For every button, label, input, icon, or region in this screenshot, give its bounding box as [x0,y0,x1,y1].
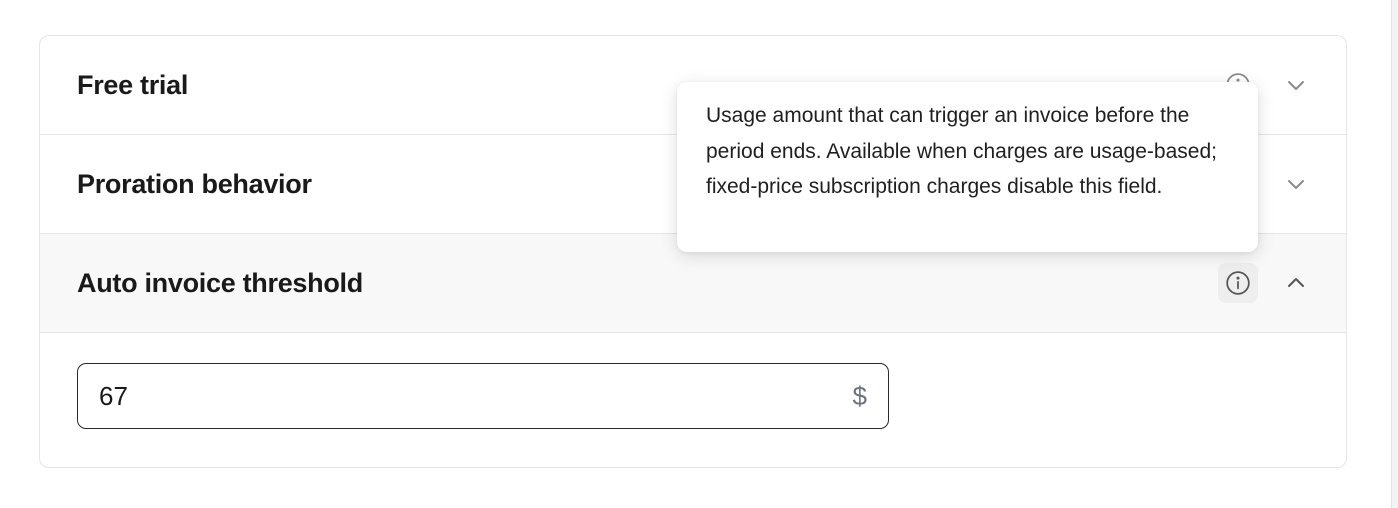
tooltip-text: Usage amount that can trigger an invoice… [706,104,1217,198]
section-title: Proration behavior [77,168,312,199]
threshold-amount-field[interactable]: $ [77,363,889,429]
page: Free trial Proration behavior Auto invoi… [0,0,1398,508]
auto-invoice-threshold-panel: $ [40,333,1346,466]
currency-symbol: $ [852,380,867,411]
section-title: Free trial [77,69,189,100]
info-icon[interactable] [1218,263,1258,303]
chevron-up-icon[interactable] [1276,263,1316,303]
chevron-down-icon[interactable] [1276,65,1316,105]
chevron-down-icon[interactable] [1276,164,1316,204]
threshold-amount-input[interactable] [99,380,799,412]
info-tooltip: Usage amount that can trigger an invoice… [677,82,1258,252]
section-title: Auto invoice threshold [77,267,363,298]
scrollbar[interactable] [1391,0,1398,508]
